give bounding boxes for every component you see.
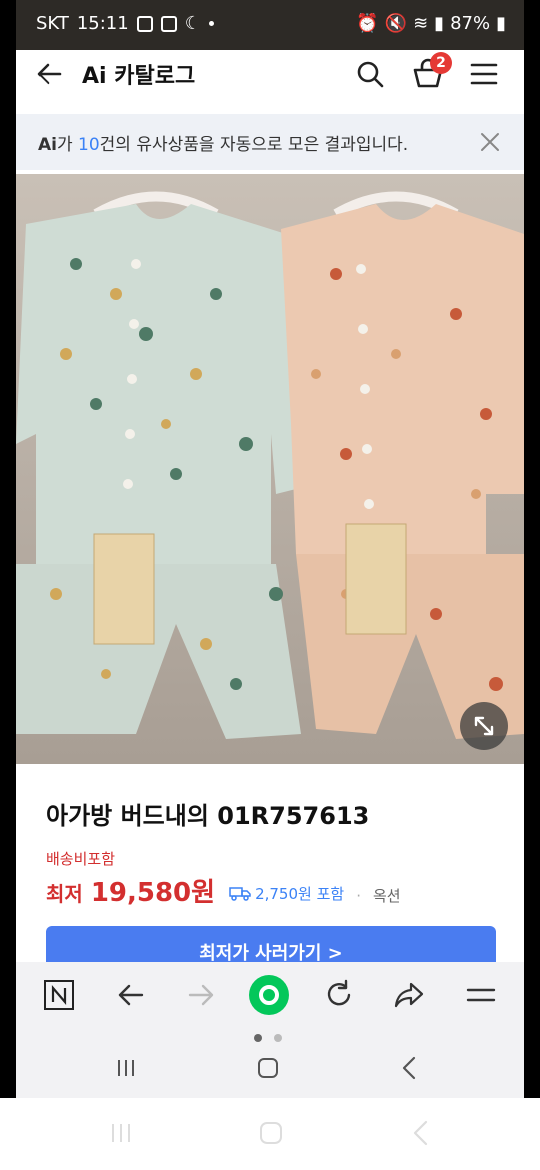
more-dot-icon: [208, 21, 214, 26]
refresh-icon[interactable]: [322, 978, 356, 1012]
separator-dot: ·: [356, 887, 361, 905]
status-bar: SKT 15:11 ☾ ⏰ 🔇 ≋ ▮ 87% ▮: [16, 0, 524, 50]
page-dot-active: [254, 1034, 262, 1042]
battery-label: 87%: [450, 13, 491, 34]
cart-count-badge: 2: [430, 52, 452, 74]
price-value: 19,580원: [90, 878, 216, 908]
page-dot: [274, 1034, 282, 1042]
shipping-fee-label: 2,750원 포함: [255, 884, 345, 903]
menu-icon[interactable]: [464, 978, 498, 1012]
app-header: Ai 카탈로그 2: [16, 50, 524, 100]
signal-icon: ▮: [434, 13, 445, 34]
alarm-icon: ⏰: [356, 13, 379, 34]
notice-text-b: 건의 유사상품을 자동으로 모은 결과입니다.: [99, 135, 409, 155]
recent-apps-icon[interactable]: [104, 1116, 138, 1150]
moon-icon: ☾: [184, 13, 201, 34]
notice-count: 10: [78, 135, 100, 155]
shipping-included-label: 배송비포함: [46, 850, 116, 868]
notice-text-a: 가: [56, 135, 79, 155]
shipping-fee: 2,750원 포함: [229, 883, 344, 904]
naver-n-icon[interactable]: [42, 978, 76, 1012]
carrier-label: SKT: [36, 13, 69, 34]
price-row: 최저 19,580원 2,750원 포함 · 옥션: [46, 872, 401, 909]
naver-green-icon[interactable]: [248, 974, 290, 1016]
expand-icon: [474, 716, 494, 736]
product-info: 아가방 버드내의 01R757613 배송비포함 최저 19,580원 2,75…: [16, 764, 524, 982]
notice-ai-label: Ai: [38, 135, 57, 155]
recent-apps-icon[interactable]: [110, 1052, 142, 1084]
product-title: 아가방 버드내의 01R757613: [46, 802, 370, 830]
wifi-icon: ≋: [413, 13, 429, 34]
back-nav-icon[interactable]: [394, 1052, 426, 1084]
device-bezel-right: [524, 0, 540, 1098]
browser-toolbar: [16, 962, 524, 1098]
maps-icon: [160, 15, 177, 32]
gallery-icon: [136, 15, 153, 32]
ai-notice-banner: Ai가 10건의 유사상품을 자동으로 모은 결과입니다.: [16, 114, 524, 170]
search-icon[interactable]: [354, 58, 386, 90]
truck-icon: [229, 887, 251, 901]
option-label: 옥션: [372, 887, 401, 905]
close-icon[interactable]: [478, 130, 502, 154]
notice-text: Ai가 10건의 유사상품을 자동으로 모은 결과입니다.: [38, 130, 408, 155]
back-arrow-icon[interactable]: [114, 978, 148, 1012]
expand-image-button[interactable]: [460, 702, 508, 750]
mute-icon: 🔇: [384, 13, 408, 34]
forward-arrow-icon[interactable]: [184, 978, 218, 1012]
product-image[interactable]: [16, 174, 524, 764]
share-icon[interactable]: [392, 978, 426, 1012]
page-indicator: [254, 1034, 282, 1042]
price-prefix: 최저: [46, 882, 83, 906]
hamburger-menu-icon[interactable]: [468, 58, 500, 90]
battery-icon: ▮: [496, 13, 506, 34]
page-title: Ai 카탈로그: [82, 64, 196, 89]
home-icon[interactable]: [252, 1052, 284, 1084]
outer-nav-bar: [0, 1098, 540, 1170]
time-label: 15:11: [76, 13, 129, 34]
close-overlay-icon[interactable]: [34, 72, 66, 104]
screen-frame: SKT 15:11 ☾ ⏰ 🔇 ≋ ▮ 87% ▮ Ai 카탈로그 2 Ai가 …: [16, 0, 524, 1098]
back-nav-icon[interactable]: [404, 1116, 438, 1150]
device-bezel-left: [0, 0, 16, 1098]
home-icon[interactable]: [254, 1116, 288, 1150]
system-nav-bar: [16, 1046, 524, 1098]
